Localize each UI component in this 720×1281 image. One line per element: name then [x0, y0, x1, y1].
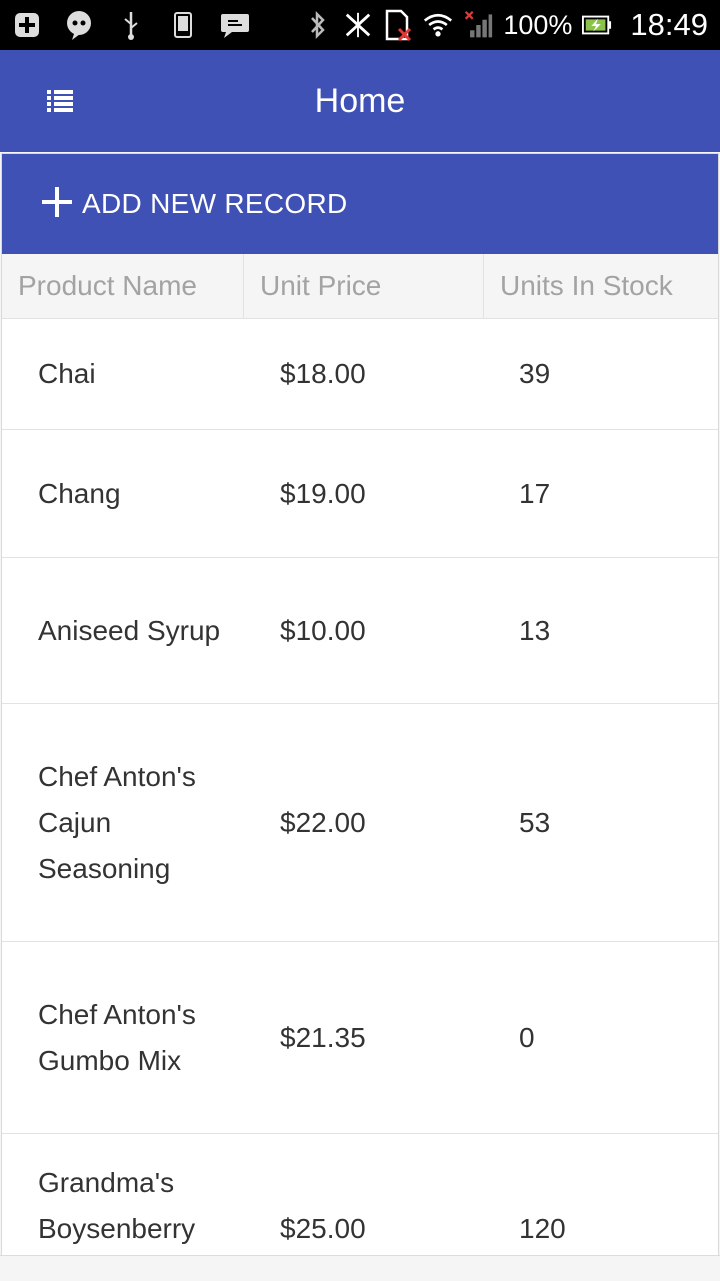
- chat-icon: [64, 10, 94, 40]
- plus-icon: [40, 185, 74, 224]
- unit-price-cell: $10.00: [280, 614, 366, 646]
- table-row[interactable]: Aniseed Syrup $10.00 13: [2, 558, 718, 704]
- unit-price-cell: $22.00: [280, 806, 366, 838]
- table-row[interactable]: Grandma's Boysenberry $25.00 120: [2, 1134, 718, 1255]
- product-name-cell: Aniseed Syrup: [38, 614, 221, 646]
- phone-icon: [168, 10, 198, 40]
- table-row[interactable]: Chef Anton's Gumbo Mix $21.35 0: [2, 942, 718, 1134]
- clock: 18:49: [630, 7, 708, 42]
- battery-icon: [582, 10, 612, 40]
- unit-price-cell: $18.00: [280, 358, 366, 389]
- grid-bottom-edge: [0, 1255, 720, 1281]
- bluetooth-icon: [303, 10, 333, 40]
- add-icon: [12, 10, 42, 40]
- message-icon: [220, 10, 250, 40]
- units-in-stock-cell: 17: [519, 477, 551, 509]
- unit-price-cell: $21.35: [280, 1021, 366, 1053]
- product-name-cell: Chef Anton's Gumbo Mix: [38, 998, 196, 1076]
- units-in-stock-cell: 120: [519, 1213, 566, 1244]
- status-bar: 100% 18:49: [0, 0, 720, 50]
- signal-off-icon: [343, 10, 373, 40]
- cell-signal-icon: [463, 10, 493, 40]
- usb-icon: [116, 10, 146, 40]
- column-header-units-in-stock[interactable]: Units In Stock: [484, 254, 718, 318]
- product-grid: ADD NEW RECORD Product Name Unit Price U…: [1, 153, 719, 1255]
- unit-price-cell: $19.00: [280, 477, 366, 509]
- product-name-cell: Chef Anton's Cajun Seasoning: [38, 760, 196, 884]
- product-name-cell: Chang: [38, 477, 121, 509]
- column-header-product-name[interactable]: Product Name: [2, 254, 244, 318]
- table-header: Product Name Unit Price Units In Stock: [2, 254, 718, 319]
- add-new-record-label: ADD NEW RECORD: [82, 188, 348, 219]
- add-new-record-button[interactable]: ADD NEW RECORD: [2, 154, 718, 254]
- page-title: Home: [314, 81, 406, 120]
- table-row[interactable]: Chang $19.00 17: [2, 430, 718, 558]
- units-in-stock-cell: 53: [519, 806, 551, 838]
- sim-error-icon: [383, 9, 413, 41]
- units-in-stock-cell: 0: [519, 1021, 535, 1053]
- units-in-stock-cell: 13: [519, 614, 551, 646]
- units-in-stock-cell: 39: [519, 358, 551, 389]
- product-name-cell: Chai: [38, 358, 96, 389]
- table-row[interactable]: Chef Anton's Cajun Seasoning $22.00 53: [2, 704, 718, 942]
- wifi-icon: [423, 10, 453, 40]
- unit-price-cell: $25.00: [280, 1213, 366, 1244]
- table-row[interactable]: Chai $18.00 39: [2, 319, 718, 430]
- list-icon[interactable]: [32, 79, 88, 123]
- column-header-unit-price[interactable]: Unit Price: [244, 254, 484, 318]
- app-bar: Home: [0, 50, 720, 152]
- battery-percent: 100%: [503, 9, 573, 40]
- product-name-cell: Grandma's Boysenberry: [38, 1167, 196, 1244]
